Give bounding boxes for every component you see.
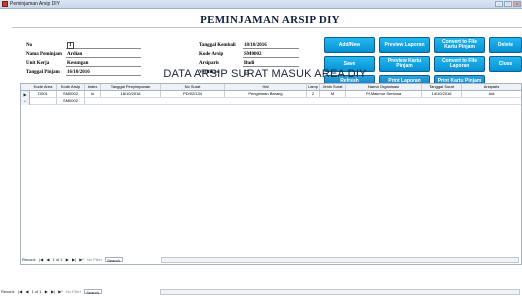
nama-peminjam-field[interactable]: Ardian — [66, 51, 141, 58]
unit-kerja-label: Unit Kerja — [26, 61, 50, 66]
form-horizontal-scrollbar[interactable] — [160, 289, 520, 295]
column-header[interactable]: Tanggal Penyimpanan — [101, 84, 161, 90]
arsiparis-label: Arsiparis — [199, 61, 219, 66]
tanggal-kembali-field[interactable]: 18/10/2016 — [243, 42, 299, 49]
record-selector-new[interactable]: * — [21, 98, 30, 105]
last-record-icon[interactable]: ▶| — [51, 289, 55, 294]
form-title: PEMINJAMAN ARSIP DIY — [200, 14, 340, 26]
convert-kartu-pinjam-button[interactable]: Convert to File Kartu Pinjam — [434, 37, 485, 53]
add-new-button[interactable]: Add/New — [324, 37, 375, 53]
preview-laporan-button[interactable]: Preview Laporan — [379, 37, 430, 53]
record-position[interactable]: 1 of 1 — [53, 257, 63, 262]
convert-laporan-button[interactable]: Convert to File Laporan — [434, 56, 485, 72]
column-header[interactable]: Nama Organisasi — [346, 84, 422, 90]
filter-indicator[interactable]: No Filter — [87, 257, 102, 262]
cell-kode-arsip[interactable]: SM0002 — [57, 98, 85, 104]
search-box[interactable]: Search — [105, 257, 124, 263]
delete-button[interactable]: Delete — [489, 37, 522, 53]
last-record-icon[interactable]: ▶| — [72, 257, 76, 262]
grid-title: DATA ARSIP SURAT MASUK AREA DIY — [163, 68, 367, 80]
table-row-new[interactable]: * SM0002 — [21, 98, 521, 105]
cell-tanggal-surat[interactable]: 14/10/2016 — [422, 91, 462, 97]
grid-header-row: Kode Area Kode Arsip Index Tanggal Penyi… — [21, 84, 521, 91]
cell-no-surat[interactable]: PD/02/134 — [161, 91, 225, 97]
prev-record-icon[interactable]: ◀ — [25, 289, 28, 294]
form-record-navigator: Record: |◀ ◀ 1 of 1 ▶ ▶| ▶* No Filter Se… — [1, 289, 104, 295]
close-window-icon[interactable]: × — [513, 1, 521, 7]
record-position[interactable]: 1 of 1 — [32, 289, 42, 294]
first-record-icon[interactable]: |◀ — [18, 289, 22, 294]
cell-hal[interactable]: Pengiriman Barang — [225, 91, 307, 97]
column-header[interactable]: Index — [85, 84, 101, 90]
record-selector-current[interactable]: ▶ — [21, 91, 30, 98]
grid-record-navigator: Record: |◀ ◀ 1 of 1 ▶ ▶| ▶* No Filter Se… — [22, 257, 125, 263]
new-record-icon[interactable]: ▶* — [79, 257, 84, 262]
search-box[interactable]: Search — [84, 289, 103, 295]
cell-jenis-surat[interactable]: M — [320, 91, 346, 97]
window-titlebar: Peminjaman Arsip DIY – □ × — [0, 0, 522, 9]
nama-peminjam-label: Nama Peminjam — [26, 52, 62, 57]
column-header[interactable]: Kode Arsip — [57, 84, 85, 90]
first-record-icon[interactable]: |◀ — [39, 257, 43, 262]
next-record-icon[interactable]: ▶ — [45, 289, 48, 294]
cell-kode-arsip[interactable]: SM0002 — [57, 91, 85, 97]
tanggal-pinjam-label: Tanggal Pinjam — [26, 70, 60, 75]
new-record-icon[interactable]: ▶* — [58, 289, 63, 294]
no-label: No — [26, 43, 33, 48]
record-label: Record: — [22, 257, 37, 262]
horizontal-scrollbar[interactable] — [161, 257, 519, 263]
cell-kode-area[interactable]: D001 — [30, 91, 57, 97]
minimize-icon[interactable]: – — [495, 1, 503, 7]
close-button[interactable]: Close — [489, 56, 522, 72]
maximize-icon[interactable]: □ — [504, 1, 512, 7]
cell-tanggal-penyimpanan[interactable]: 18/10/2016 — [101, 91, 161, 97]
column-header[interactable]: No Surat — [161, 84, 225, 90]
cell-nama-organisasi[interactable]: Pt.Makmur Sentosa — [346, 91, 422, 97]
filter-indicator[interactable]: No Filter — [66, 289, 81, 294]
arsip-datasheet: Kode Area Kode Arsip Index Tanggal Penyi… — [20, 83, 522, 265]
column-header[interactable]: Lamp — [307, 84, 320, 90]
cell-lamp[interactable]: 2 — [307, 91, 320, 97]
no-value: 1 — [67, 42, 74, 49]
no-field[interactable]: 1 — [66, 42, 141, 49]
kode-arsip-field[interactable]: SM0002 — [243, 51, 299, 58]
access-app-icon — [2, 1, 8, 7]
column-header[interactable]: Jenis Surat — [320, 84, 346, 90]
record-label: Record: — [1, 289, 16, 294]
window-title: Peminjaman Arsip DIY — [10, 1, 61, 7]
kode-arsip-label: Kode Arsip — [199, 52, 224, 57]
tanggal-kembali-label: Tanggal Kembali — [199, 43, 236, 48]
column-header[interactable]: Hal — [225, 84, 307, 90]
column-header[interactable]: Arsiparis — [462, 84, 521, 90]
next-record-icon[interactable]: ▶ — [66, 257, 69, 262]
column-header[interactable]: Tanggal Surat — [422, 84, 462, 90]
cell-index[interactable]: In — [85, 91, 101, 97]
cell-kode-area[interactable] — [30, 98, 57, 104]
column-header[interactable]: Kode Area — [30, 84, 57, 90]
prev-record-icon[interactable]: ◀ — [46, 257, 49, 262]
arsiparis-field[interactable]: Budi — [243, 60, 299, 67]
cell-arsiparis[interactable]: Adi — [462, 91, 521, 97]
unit-kerja-field[interactable]: Kesungan — [66, 60, 141, 67]
table-row[interactable]: ▶ D001 SM0002 In 18/10/2016 PD/02/134 Pe… — [21, 91, 521, 98]
